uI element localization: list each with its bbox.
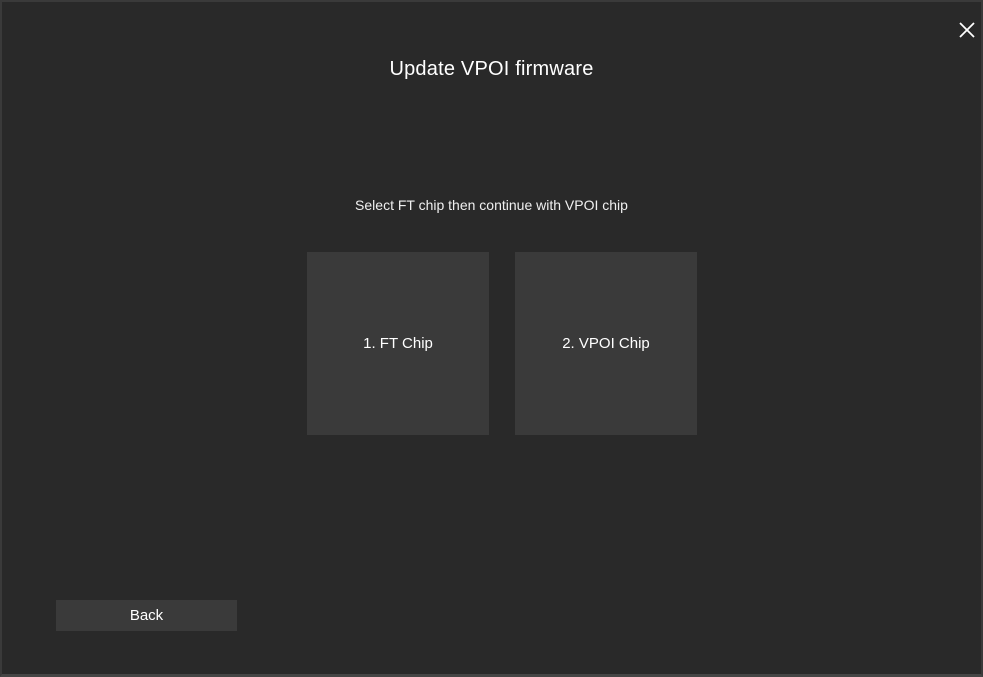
ft-chip-label: 1. FT Chip xyxy=(363,335,433,352)
ft-chip-button[interactable]: 1. FT Chip xyxy=(307,252,489,435)
back-button-label: Back xyxy=(129,607,164,624)
update-firmware-dialog: Update VPOI firmware Select FT chip then… xyxy=(0,0,983,677)
vpoi-chip-label: 2. VPOI Chip xyxy=(562,335,650,352)
back-button[interactable]: Back xyxy=(56,600,237,631)
close-button[interactable] xyxy=(955,18,979,42)
instruction-text: Select FT chip then continue with VPOI c… xyxy=(355,197,628,213)
close-icon xyxy=(959,22,975,38)
dialog-title: Update VPOI firmware xyxy=(389,58,594,80)
vpoi-chip-button[interactable]: 2. VPOI Chip xyxy=(515,252,697,435)
